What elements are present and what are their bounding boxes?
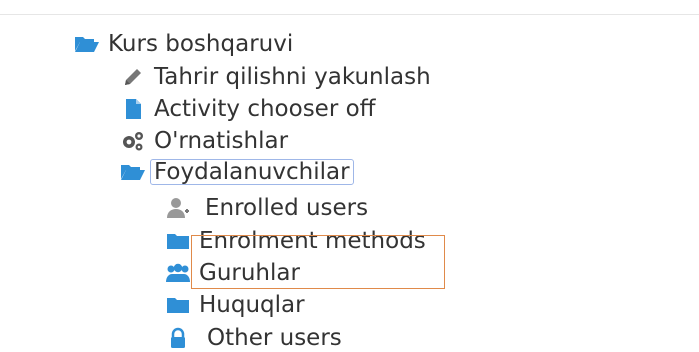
folder-open-icon	[74, 31, 100, 57]
nav-label: Tahrir qilishni yakunlash	[154, 64, 431, 90]
users-icon	[165, 260, 191, 286]
nav-item-enrolled-users[interactable]: Enrolled users	[165, 194, 368, 222]
folder-icon	[165, 292, 191, 318]
nav-label: Foydalanuvchilar	[150, 159, 354, 185]
nav-label: Other users	[207, 325, 342, 351]
nav-item-huquqlar[interactable]: Huquqlar	[165, 291, 305, 319]
nav-label: O'rnatishlar	[154, 128, 289, 154]
nav-item-foydalanuvchilar[interactable]: Foydalanuvchilar	[120, 159, 354, 185]
nav-item-activity-chooser[interactable]: Activity chooser off	[120, 95, 376, 123]
nav-label: Kurs boshqaruvi	[108, 31, 294, 57]
user-add-icon	[165, 195, 191, 221]
document-icon	[120, 96, 146, 122]
pencil-icon	[120, 64, 146, 90]
nav-label: Activity chooser off	[154, 96, 376, 122]
folder-open-icon	[120, 159, 146, 185]
nav-item-ornatishlar[interactable]: O'rnatishlar	[120, 127, 288, 155]
nav-item-tahrir[interactable]: Tahrir qilishni yakunlash	[120, 63, 431, 91]
top-divider	[0, 14, 699, 15]
nav-label: Enrolled users	[205, 195, 369, 221]
lock-icon	[165, 325, 191, 351]
gears-icon	[120, 128, 146, 154]
nav-item-kurs-boshqaruvi[interactable]: Kurs boshqaruvi	[74, 30, 293, 58]
folder-icon	[165, 228, 191, 254]
nav-label: Huquqlar	[199, 292, 305, 318]
nav-item-other-users[interactable]: Other users	[165, 324, 342, 352]
highlight-box	[191, 235, 445, 289]
